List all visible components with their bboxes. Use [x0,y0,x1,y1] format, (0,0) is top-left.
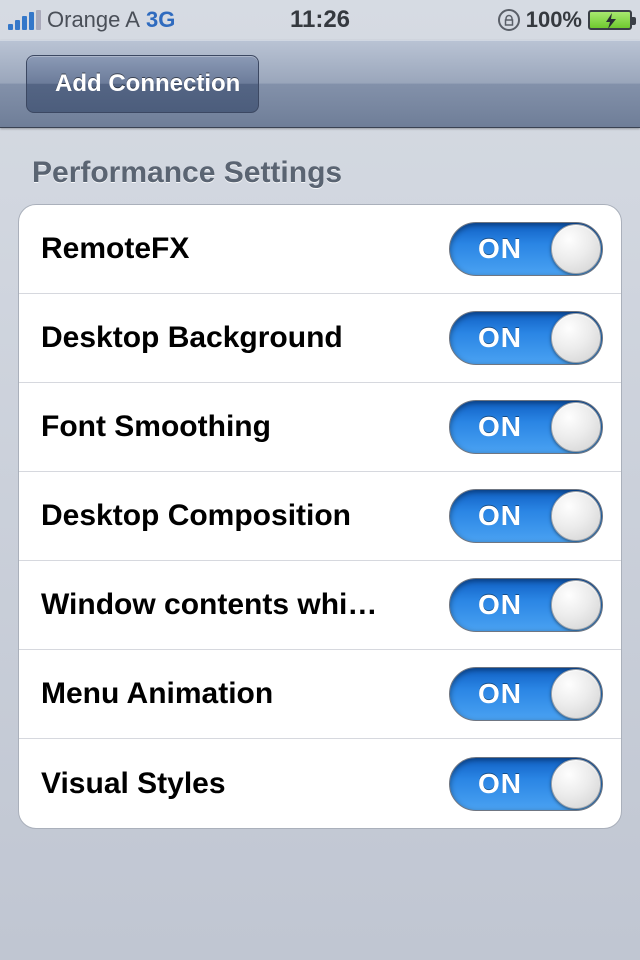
battery-percent: 100% [526,7,582,33]
row-visual-styles: Visual Styles ON [19,739,621,828]
switch-knob [551,224,601,274]
switch-on-text: ON [478,500,522,532]
switch-on-text: ON [478,233,522,265]
orientation-lock-icon [498,9,520,31]
toggle-desktop-composition[interactable]: ON [449,489,603,543]
toggle-window-contents[interactable]: ON [449,578,603,632]
row-desktop-composition: Desktop Composition ON [19,472,621,561]
content: Performance Settings RemoteFX ON Desktop… [0,128,640,851]
row-label: Menu Animation [41,677,273,711]
settings-table: RemoteFX ON Desktop Background ON Font S… [18,204,622,829]
back-button-label: Add Connection [55,70,240,98]
carrier-label: Orange A [47,7,140,33]
switch-knob [551,759,601,809]
switch-knob [551,669,601,719]
toggle-desktop-background[interactable]: ON [449,311,603,365]
clock: 11:26 [290,6,350,34]
row-label: Window contents whi… [41,588,377,622]
row-label: Desktop Composition [41,499,351,533]
switch-on-text: ON [478,411,522,443]
status-left: Orange A 3G [8,7,175,33]
row-remotefx: RemoteFX ON [19,205,621,294]
switch-on-text: ON [478,589,522,621]
row-label: RemoteFX [41,232,189,266]
signal-icon [8,10,41,30]
status-right: 100% [498,7,632,33]
section-header: Performance Settings [32,156,622,190]
status-bar: Orange A 3G 11:26 100% [0,0,640,40]
switch-on-text: ON [478,322,522,354]
row-window-contents: Window contents whi… ON [19,561,621,650]
back-button[interactable]: Add Connection [26,55,259,113]
nav-bar: Add Connection [0,40,640,128]
row-label: Desktop Background [41,321,343,355]
switch-knob [551,313,601,363]
switch-knob [551,580,601,630]
switch-knob [551,402,601,452]
switch-on-text: ON [478,768,522,800]
switch-on-text: ON [478,678,522,710]
toggle-font-smoothing[interactable]: ON [449,400,603,454]
row-font-smoothing: Font Smoothing ON [19,383,621,472]
battery-icon [588,10,632,30]
row-menu-animation: Menu Animation ON [19,650,621,739]
row-label: Visual Styles [41,767,226,801]
network-label: 3G [146,7,175,33]
switch-knob [551,491,601,541]
toggle-visual-styles[interactable]: ON [449,757,603,811]
row-desktop-background: Desktop Background ON [19,294,621,383]
toggle-remotefx[interactable]: ON [449,222,603,276]
toggle-menu-animation[interactable]: ON [449,667,603,721]
row-label: Font Smoothing [41,410,271,444]
